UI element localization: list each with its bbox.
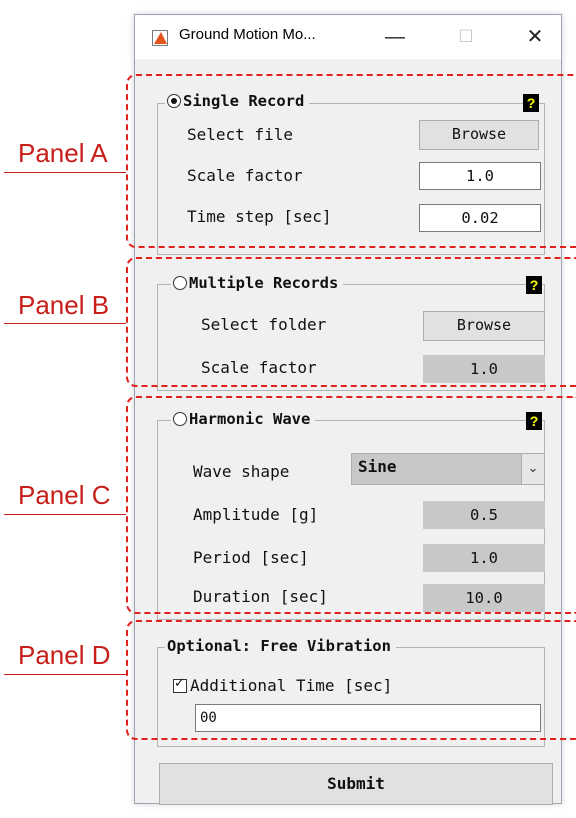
panel-c-highlight xyxy=(126,396,576,614)
submit-button[interactable]: Submit xyxy=(159,763,553,805)
matlab-icon xyxy=(152,30,168,46)
panel-d-underline xyxy=(4,674,126,675)
panel-b-underline xyxy=(4,323,126,324)
panel-d-highlight xyxy=(126,620,576,740)
title-bar[interactable]: Ground Motion Mo... — ☐ ✕ xyxy=(135,15,561,59)
panel-b-annotation: Panel B xyxy=(18,290,110,320)
minimize-button[interactable]: — xyxy=(375,25,415,51)
close-button[interactable]: ✕ xyxy=(515,25,555,51)
maximize-button[interactable]: ☐ xyxy=(446,25,486,51)
panel-a-underline xyxy=(4,172,126,173)
panel-a-highlight xyxy=(126,74,576,248)
panel-a-annotation: Panel A xyxy=(18,138,108,168)
panel-d-annotation: Panel D xyxy=(18,640,111,670)
panel-b-highlight xyxy=(126,257,576,387)
panel-c-annotation: Panel C xyxy=(18,480,111,510)
panel-c-underline xyxy=(4,514,126,515)
window-title: Ground Motion Mo... xyxy=(179,26,316,43)
